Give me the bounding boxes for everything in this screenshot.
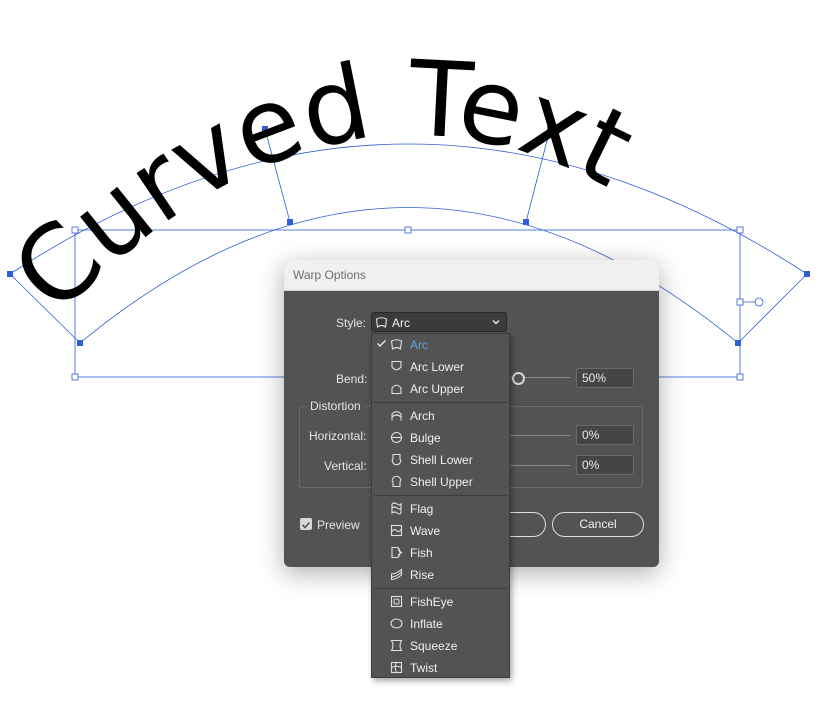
- chevron-down-icon: [492, 320, 500, 325]
- arc-upper-icon: [391, 384, 402, 395]
- menu-item-shell-lower[interactable]: Shell Lower: [372, 449, 509, 471]
- checkmark-icon: [377, 340, 386, 347]
- menu-item-label: Wave: [410, 524, 441, 538]
- menu-item-label: Shell Upper: [410, 475, 473, 489]
- vertical-value-field[interactable]: 0%: [576, 455, 634, 475]
- preview-label: Preview: [317, 518, 360, 532]
- menu-item-bulge[interactable]: Bulge: [372, 427, 509, 449]
- twist-icon: [390, 661, 403, 674]
- style-dropdown-menu: Arc Arc Lower Arc Upper Arch Bulge Shell…: [371, 333, 510, 678]
- bend-slider-knob[interactable]: [512, 372, 525, 385]
- style-dropdown[interactable]: Arc: [371, 312, 507, 332]
- menu-item-label: Bulge: [410, 431, 441, 445]
- style-value: Arc: [392, 316, 410, 330]
- menu-item-squeeze[interactable]: Squeeze: [372, 635, 509, 657]
- squeeze-icon: [390, 639, 403, 652]
- menu-item-label: Arc Lower: [410, 360, 465, 374]
- menu-item-label: Arc Upper: [410, 382, 465, 396]
- arc-icon: [390, 339, 403, 351]
- menu-item-label: Inflate: [410, 617, 443, 631]
- menu-item-inflate[interactable]: Inflate: [372, 613, 509, 635]
- shell-lower-icon: [391, 453, 402, 466]
- menu-separator: [374, 495, 507, 496]
- menu-item-arc-upper[interactable]: Arc Upper: [372, 378, 509, 400]
- arch-icon: [391, 411, 402, 421]
- rise-icon: [390, 568, 403, 581]
- bend-label: Bend:: [336, 372, 368, 386]
- menu-item-label: Arc: [410, 338, 428, 352]
- fisheye-icon: [390, 595, 403, 608]
- menu-item-label: FishEye: [410, 595, 454, 609]
- menu-item-label: Twist: [410, 661, 438, 675]
- horizontal-label: Horizontal:: [309, 429, 367, 443]
- menu-item-label: Flag: [410, 502, 434, 516]
- cancel-button[interactable]: Cancel: [552, 512, 644, 537]
- dialog-title: Warp Options: [293, 268, 366, 282]
- menu-item-wave[interactable]: Wave: [372, 520, 509, 542]
- bend-value-field[interactable]: 50%: [576, 368, 634, 388]
- menu-item-arch[interactable]: Arch: [372, 405, 509, 427]
- bulge-icon: [390, 431, 403, 444]
- menu-separator: [374, 588, 507, 589]
- menu-item-label: Fish: [410, 546, 433, 560]
- preview-checkbox[interactable]: [300, 518, 312, 530]
- menu-item-shell-upper[interactable]: Shell Upper: [372, 471, 509, 493]
- menu-separator: [374, 402, 507, 403]
- vertical-label: Vertical:: [324, 459, 367, 473]
- vertical-slider-track[interactable]: [510, 465, 570, 466]
- menu-item-twist[interactable]: Twist: [372, 657, 509, 679]
- style-label: Style:: [336, 316, 367, 330]
- wave-icon: [390, 524, 403, 537]
- horizontal-value-field[interactable]: 0%: [576, 425, 634, 445]
- menu-item-fish[interactable]: Fish: [372, 542, 509, 564]
- checkmark-icon: [301, 521, 311, 529]
- arc-icon: [375, 317, 388, 329]
- menu-item-label: Arch: [410, 409, 435, 423]
- fish-icon: [391, 546, 403, 559]
- menu-item-rise[interactable]: Rise: [372, 564, 509, 586]
- menu-item-fisheye[interactable]: FishEye: [372, 591, 509, 613]
- menu-item-label: Shell Lower: [410, 453, 473, 467]
- inflate-icon: [390, 618, 403, 629]
- flag-icon: [391, 502, 402, 515]
- shell-upper-icon: [391, 475, 402, 488]
- arc-lower-icon: [391, 360, 402, 371]
- menu-item-arc[interactable]: Arc: [372, 334, 509, 356]
- horizontal-slider-track[interactable]: [510, 435, 570, 436]
- distortion-group-title: Distortion: [306, 399, 365, 413]
- dialog-titlebar[interactable]: Warp Options: [284, 260, 659, 291]
- menu-item-flag[interactable]: Flag: [372, 498, 509, 520]
- menu-item-label: Squeeze: [410, 639, 458, 653]
- menu-item-arc-lower[interactable]: Arc Lower: [372, 356, 509, 378]
- menu-item-label: Rise: [410, 568, 435, 582]
